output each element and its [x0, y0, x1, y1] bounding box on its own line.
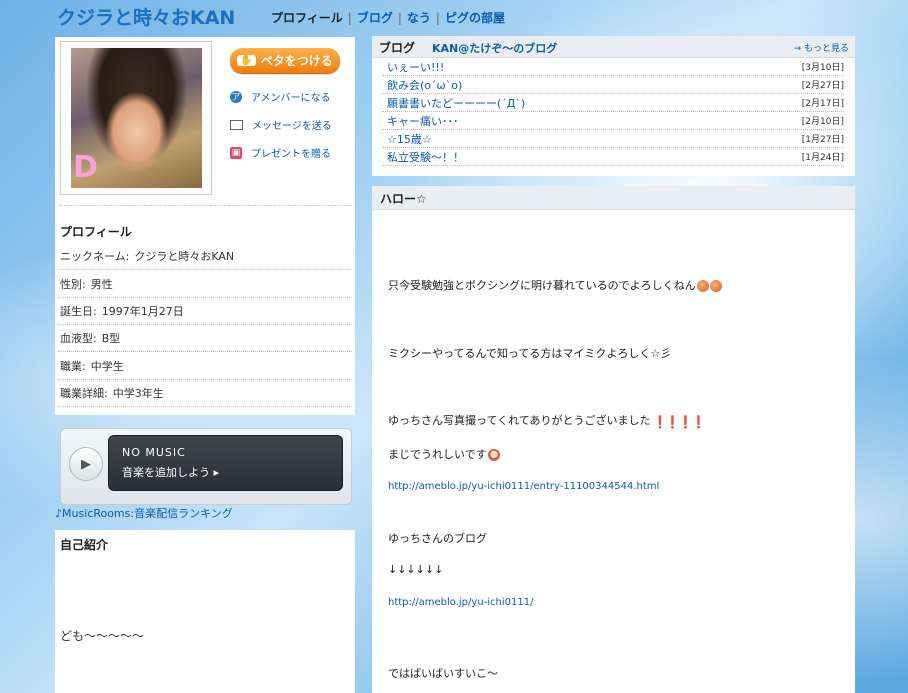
- blog-entry-row: 願書書いたどーーーー(´Д`) [2月17日]: [382, 94, 844, 112]
- blog-entry-title[interactable]: ☆15歳☆: [387, 131, 432, 147]
- entry-title[interactable]: ハロー☆: [380, 190, 427, 207]
- nav-profile[interactable]: プロフィール: [271, 11, 343, 25]
- blog-entry-row: いぇーい!!! [3月10日]: [382, 58, 844, 76]
- nav-separator: |: [435, 11, 440, 25]
- exclamation-emoji-icon: ❗❗❗❗: [652, 415, 706, 429]
- profile-row-birthday: 誕生日: 1997年1月27日: [58, 297, 352, 325]
- peta-button-label: ペタをつける: [260, 54, 333, 68]
- profile-value: 男性: [90, 277, 113, 291]
- fist-emoji-icon: [709, 280, 722, 292]
- music-ranking-link[interactable]: ♪MusicRooms:音楽配信ランキング: [55, 505, 233, 521]
- entry-line: ミクシーやってるんで知ってる方はマイミクよろしく☆彡: [388, 347, 672, 360]
- blog-entry-title[interactable]: 私立受験〜！！: [387, 149, 464, 165]
- profile-key: 職業:: [60, 359, 86, 373]
- profile-row-blood-type: 血液型: B型: [58, 324, 352, 352]
- intro-text: ども〜〜〜〜〜: [60, 629, 145, 643]
- profile-photo-frame: D: [60, 41, 212, 195]
- profile-value: 中学生: [90, 359, 124, 373]
- send-present-link[interactable]: ▣ プレゼントを贈る: [230, 145, 331, 160]
- play-button[interactable]: ▶: [69, 447, 103, 481]
- intro-heading: 自己紹介: [60, 538, 109, 552]
- send-message-link[interactable]: メッセージを送る: [230, 117, 332, 132]
- send-present-label: プレゼントを贈る: [251, 149, 331, 160]
- blog-entry-title[interactable]: いぇーい!!!: [387, 59, 444, 75]
- blog-entry-row: ☆15歳☆ [1月27日]: [382, 130, 844, 148]
- play-icon: ▶: [81, 456, 91, 472]
- nav-blog[interactable]: ブログ: [357, 11, 393, 25]
- entry-link[interactable]: http://ameblo.jp/yu-ichi0111/: [388, 597, 533, 608]
- entry-line: まじでうれしいです: [388, 446, 500, 462]
- amember-label: アメンバーになる: [251, 93, 331, 104]
- music-status: NO MUSIC: [122, 446, 186, 459]
- blog-entry-title[interactable]: キャー痛い･･･: [387, 113, 459, 129]
- profile-key: 誕生日:: [60, 304, 97, 318]
- blog-entry-row: 飲み会(o´ω`o) [2月27日]: [382, 76, 844, 94]
- entry-panel: ハロー☆ 只今受験勉強とボクシングに明け暮れているのでよろしくねん ミクシーやっ…: [372, 186, 855, 693]
- entry-header: ハロー☆: [372, 186, 855, 210]
- chevron-right-icon: ▸: [213, 466, 220, 479]
- blog-entry-date: [3月10日]: [801, 63, 844, 73]
- nav-separator: |: [397, 11, 402, 25]
- blog-name-link[interactable]: KAN@たけぞ〜のブログ: [432, 40, 557, 56]
- site-title[interactable]: クジラと時々おKAN: [57, 3, 235, 30]
- blog-entry-row: 私立受験〜！！ [1月24日]: [382, 148, 844, 166]
- entry-line: ゆっちさん写真撮ってくれてありがとうございました ❗❗❗❗: [388, 412, 706, 429]
- entry-text: まじでうれしいです: [388, 448, 487, 461]
- entry-text: 只今受験勉強とボクシングに明け暮れているのでよろしくねん: [388, 279, 696, 292]
- profile-key: ニックネーム:: [60, 249, 130, 263]
- blog-more-link[interactable]: → もっと見る: [794, 41, 849, 54]
- nav-pigg-room[interactable]: ピグの部屋: [445, 11, 505, 25]
- entry-text: ゆっちさん写真撮ってくれてありがとうございました: [388, 414, 651, 427]
- nav-now[interactable]: なう: [407, 11, 431, 25]
- profile-value: クジラと時々おKAN: [134, 249, 235, 263]
- profile-value: 中学3年生: [112, 386, 164, 400]
- add-music-link[interactable]: 音楽を追加しよう ▸: [122, 464, 219, 480]
- profile-row-occupation: 職業: 中学生: [58, 352, 352, 380]
- amember-link[interactable]: ア アメンバーになる: [230, 89, 331, 104]
- blog-header: ブログ KAN@たけぞ〜のブログ → もっと見る: [372, 36, 855, 58]
- entry-link[interactable]: http://ameblo.jp/yu-ichi0111/entry-11100…: [388, 481, 659, 492]
- gift-icon: ▣: [230, 146, 242, 159]
- entry-line: ではばいばいすいこ〜: [388, 667, 498, 680]
- blog-entry-date: [2月27日]: [801, 81, 844, 91]
- blog-entry-date: [2月17日]: [801, 99, 844, 109]
- blog-entry-row: キャー痛い･･･ [2月10日]: [382, 112, 844, 130]
- send-message-label: メッセージを送る: [252, 121, 332, 132]
- profile-key: 性別:: [60, 277, 86, 291]
- profile-row-nickname: ニックネーム: クジラと時々おKAN: [58, 242, 352, 270]
- profile-row-occupation-detail: 職業詳細: 中学3年生: [58, 379, 352, 407]
- blog-entry-date: [2月10日]: [801, 117, 844, 127]
- nav-separator: |: [347, 11, 352, 25]
- face-emoji-icon: [487, 449, 500, 461]
- profile-key: 血液型:: [60, 331, 97, 345]
- hand-icon: ✋: [237, 55, 256, 66]
- profile-value: 1997年1月27日: [101, 304, 184, 318]
- profile-value: B型: [101, 331, 121, 345]
- entry-arrows: ↓↓↓↓↓↓: [388, 563, 444, 576]
- blog-entry-date: [1月24日]: [801, 153, 844, 163]
- blog-entry-date: [1月27日]: [801, 135, 844, 145]
- profile-row-gender: 性別: 男性: [58, 270, 352, 298]
- entry-line: 只今受験勉強とボクシングに明け暮れているのでよろしくねん: [388, 277, 722, 293]
- profile-heading: プロフィール: [60, 225, 132, 239]
- top-nav: プロフィール | ブログ | なう | ピグの部屋: [271, 9, 505, 26]
- intro-panel: 自己紹介 ども〜〜〜〜〜: [55, 530, 355, 693]
- profile-card: D ✋ ペタをつける ア アメンバーになる メッセージを送る ▣ プレゼントを贈…: [55, 37, 355, 415]
- blog-heading: ブログ: [379, 41, 416, 55]
- divider: [59, 205, 351, 206]
- music-screen: NO MUSIC 音楽を追加しよう ▸: [108, 435, 343, 491]
- peta-button[interactable]: ✋ ペタをつける: [230, 48, 340, 73]
- add-music-label: 音楽を追加しよう: [122, 466, 210, 479]
- fist-emoji-icon: [696, 280, 709, 292]
- music-player: ▶ NO MUSIC 音楽を追加しよう ▸: [60, 428, 352, 505]
- photo-decoration-letter: D: [73, 150, 98, 185]
- amember-icon: ア: [230, 90, 242, 103]
- entry-line: ゆっちさんのブログ: [388, 532, 487, 545]
- blog-entry-title[interactable]: 飲み会(o´ω`o): [387, 77, 462, 93]
- profile-key: 職業詳細:: [60, 386, 108, 400]
- blog-entry-title[interactable]: 願書書いたどーーーー(´Д`): [387, 95, 525, 111]
- mail-icon: [230, 119, 243, 130]
- blog-panel: ブログ KAN@たけぞ〜のブログ → もっと見る いぇーい!!! [3月10日]…: [372, 36, 855, 176]
